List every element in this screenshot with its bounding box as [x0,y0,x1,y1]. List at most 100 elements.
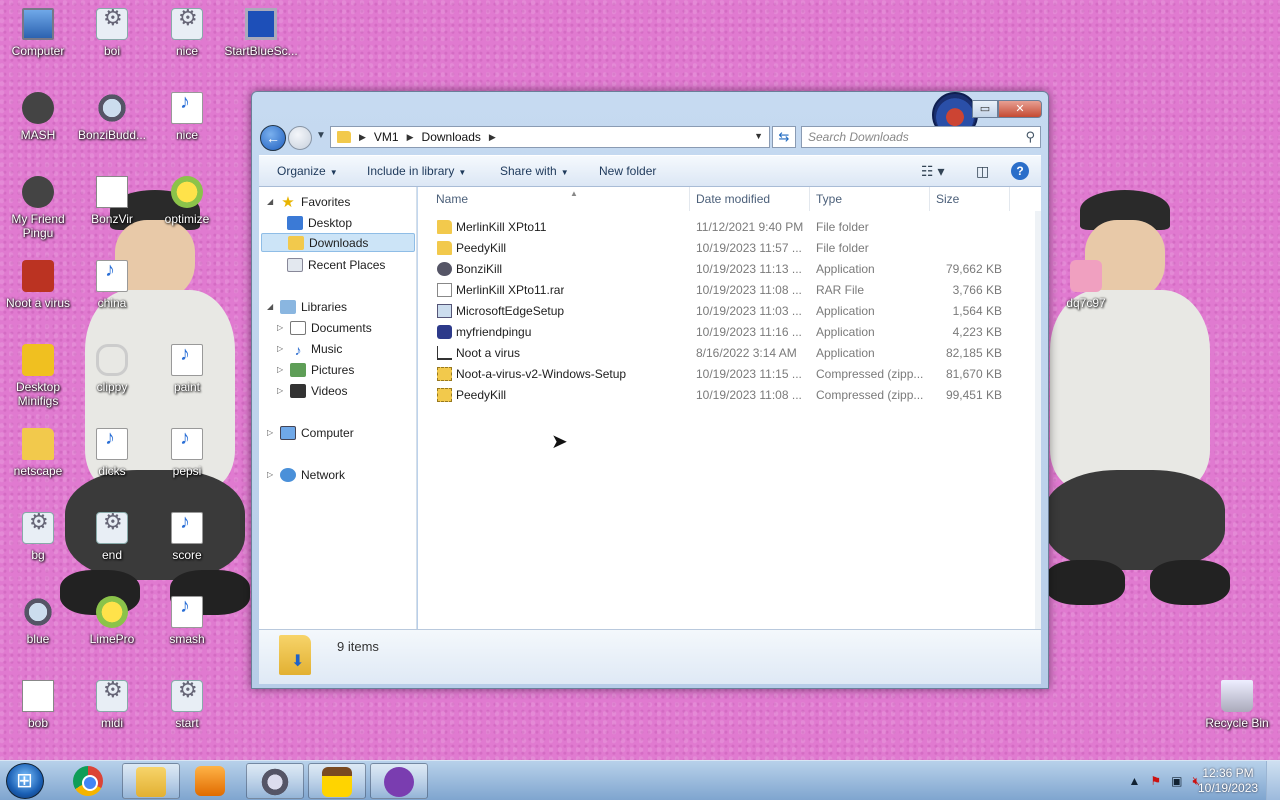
nav-network[interactable]: ▷ Network [267,465,345,484]
chevron-right-icon[interactable]: ▶ [407,132,414,143]
network-icon[interactable]: ▣ [1171,774,1182,789]
clock[interactable]: 12:36 PM 10/19/2023 [1198,766,1258,796]
nav-downloads[interactable]: Downloads [261,233,415,252]
breadcrumb-downloads[interactable]: Downloads [422,130,481,144]
table-row[interactable]: Noot a virus 8/16/2022 3:14 AM Application… [418,343,1018,364]
taskbar-minifigs[interactable] [308,763,366,799]
chevron-right-icon[interactable]: ▶ [489,132,496,143]
file-type: Application [816,304,875,318]
table-row[interactable]: MerlinKill XPto11.rar 10/19/2023 11:08 ..… [418,280,1018,301]
column-header-type[interactable]: Type [810,187,930,211]
recent-pages-dropdown[interactable]: ▼ [316,130,326,141]
close-button[interactable]: ✕ [998,100,1042,118]
address-bar[interactable]: ▶ VM1 ▶ Downloads ▶ ▼ [330,126,770,148]
address-dropdown-icon[interactable]: ▼ [754,131,763,141]
search-input[interactable]: Search Downloads ⚲ [801,126,1041,148]
expand-triangle-icon[interactable]: ◢ [267,197,275,206]
desktop-icon-dq7c97[interactable]: dq7c97 [1048,260,1124,310]
collapsed-triangle-icon[interactable]: ▷ [277,344,285,353]
desktop-icon-mash[interactable]: MASH [0,92,76,142]
expand-triangle-icon[interactable]: ◢ [267,302,275,311]
desktop-icon-nice-mp3[interactable]: nice [149,92,225,142]
desktop-icon-smash[interactable]: smash [149,596,225,646]
column-header-size[interactable]: Size [930,187,1010,211]
nav-desktop[interactable]: Desktop [287,213,352,232]
desktop-icon-dicks[interactable]: dicks [74,428,150,478]
show-hidden-icons-icon[interactable]: ▲ [1128,774,1140,789]
desktop-icon-paint[interactable]: paint [149,344,225,394]
view-options-icon[interactable]: ☷ ▾ [921,163,944,180]
desktop-icon-midi[interactable]: midi [74,680,150,730]
nav-videos[interactable]: ▷ Videos [277,381,347,400]
collapsed-triangle-icon[interactable]: ▷ [277,386,285,395]
desktop-icon-score[interactable]: score [149,512,225,562]
breadcrumb-vm1[interactable]: VM1 [374,130,399,144]
desktop-icon-noot-a-virus[interactable]: Noot a virus [0,260,76,310]
table-row[interactable]: PeedyKill 10/19/2023 11:08 ... Compressed … [418,385,1018,406]
collapsed-triangle-icon[interactable]: ▷ [267,470,275,479]
start-button[interactable] [6,763,44,799]
action-center-flag-icon[interactable]: ⚑ [1150,774,1161,789]
preview-pane-icon[interactable]: ◫ [976,163,989,180]
desktop-icon-label: optimize [164,212,210,226]
new-folder-button[interactable]: New folder [599,164,656,178]
table-row[interactable]: BonziKill 10/19/2023 11:13 ... Application… [418,259,1018,280]
vertical-scrollbar[interactable] [1035,211,1041,629]
desktop-icon-end[interactable]: end [74,512,150,562]
file-size: 1,564 KB [952,304,1002,318]
desktop-icon-pepsi[interactable]: pepsi [149,428,225,478]
table-row[interactable]: PeedyKill 10/19/2023 11:57 ... File folder [418,238,1018,259]
desktop-icon-china[interactable]: china [74,260,150,310]
table-row[interactable]: MicrosoftEdgeSetup 10/19/2023 11:03 ... Ap… [418,301,1018,322]
column-header-name[interactable]: ▲ Name [430,187,690,211]
share-with-button[interactable]: Share with ▼ [500,164,569,178]
table-row[interactable]: MerlinKill XPto11 11/12/2021 9:40 PM File … [418,217,1018,238]
desktop-icon-startbluescreen[interactable]: StartBlueSc... [223,8,299,58]
nav-music[interactable]: ▷ ♪ Music [277,339,342,358]
collapsed-triangle-icon[interactable]: ▷ [277,323,285,332]
table-row[interactable]: Noot-a-virus-v2-Windows-Setup 10/19/2023 … [418,364,1018,385]
maximize-button[interactable]: ▭ [972,100,998,118]
desktop-icon-bob[interactable]: bob [0,680,76,730]
desktop-icon-bg[interactable]: bg [0,512,76,562]
organize-button[interactable]: Organize ▼ [277,164,338,178]
taskbar-chrome[interactable] [60,763,118,799]
chevron-right-icon[interactable]: ▶ [359,132,366,143]
show-desktop-button[interactable] [1266,761,1280,800]
search-icon: ⚲ [1025,129,1035,144]
desktop-icon-my-friend-pingu[interactable]: My Friend Pingu [0,176,76,240]
forward-button[interactable] [288,126,312,150]
desktop-icon-nice[interactable]: nice [149,8,225,58]
taskbar-bonzi-ufo[interactable] [246,763,304,799]
desktop-icon-bonzvir[interactable]: BonzVir [74,176,150,226]
taskbar-bonzibuddy[interactable] [370,763,428,799]
nav-pictures[interactable]: ▷ Pictures [277,360,354,379]
desktop-icon-clippy[interactable]: clippy [74,344,150,394]
desktop-icon-computer[interactable]: Computer [0,8,76,58]
refresh-button[interactable]: ⇆ [772,126,796,148]
desktop-icon-desktop-minifigs[interactable]: Desktop Minifigs [0,344,76,408]
desktop-icon-optimize[interactable]: optimize [149,176,225,226]
table-row[interactable]: myfriendpingu 10/19/2023 11:16 ... Applica… [418,322,1018,343]
taskbar-media-player[interactable] [182,763,240,799]
desktop-icon-recycle-bin[interactable]: Recycle Bin [1199,680,1275,730]
nav-libraries[interactable]: ◢ Libraries [267,297,347,316]
help-icon[interactable]: ? [1011,162,1029,180]
desktop-icon-netscape[interactable]: netscape [0,428,76,478]
collapsed-triangle-icon[interactable]: ▷ [277,365,285,374]
column-header-date-modified[interactable]: Date modified [690,187,810,211]
explorer-window[interactable]: ▭ ✕ ← ▼ ▶ VM1 ▶ Downloads ▶ ▼ ⇆ Search D… [251,91,1049,689]
nav-recent-places[interactable]: Recent Places [287,255,385,274]
nav-documents[interactable]: ▷ Documents [277,318,372,337]
desktop-icon-boi[interactable]: boi [74,8,150,58]
desktop-icon-limepro[interactable]: LimePro [74,596,150,646]
back-button[interactable]: ← [260,125,286,151]
collapsed-triangle-icon[interactable]: ▷ [267,428,275,437]
desktop-icon-start[interactable]: start [149,680,225,730]
taskbar-explorer[interactable] [122,763,180,799]
desktop-icon-bonzibuddy[interactable]: BonziBudd... [74,92,150,142]
include-in-library-button[interactable]: Include in library ▼ [367,164,466,178]
nav-computer[interactable]: ▷ Computer [267,423,354,442]
desktop-icon-blue[interactable]: blue [0,596,76,646]
nav-favorites[interactable]: ◢ ★ Favorites [267,192,350,211]
